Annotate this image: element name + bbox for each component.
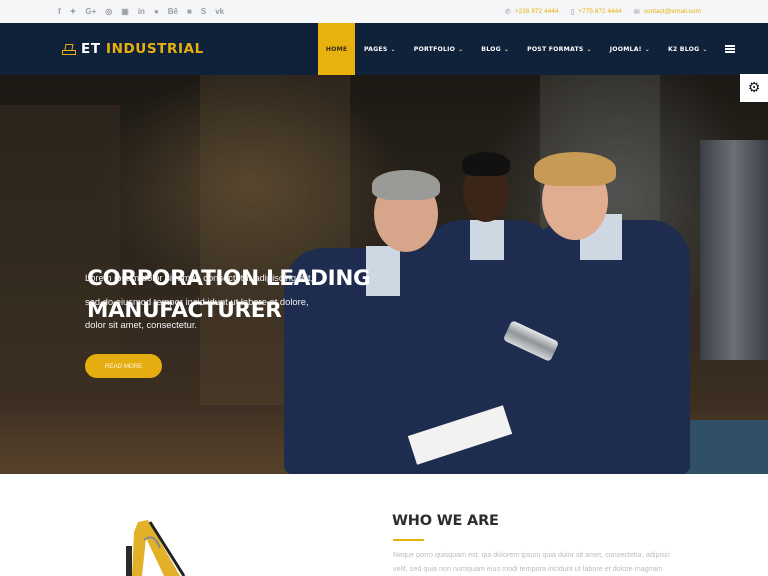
flickr-icon[interactable]: ■ [187, 7, 192, 16]
logo-text-et: ET [81, 41, 101, 57]
phone-number[interactable]: +228 872 4444 [515, 8, 559, 15]
chevron-down-icon: ⌄ [586, 45, 592, 53]
chevron-down-icon: ⌄ [644, 45, 650, 53]
logo-text: ET INDUSTRIAL [81, 41, 204, 57]
nav-item-pages[interactable]: PAGES ⌄ [355, 23, 405, 75]
facebook-icon[interactable]: f [58, 7, 61, 16]
nav-label: HOME [325, 45, 348, 53]
nav-label: POST FORMATS [527, 45, 584, 53]
about-description: Neque porro quisquam est, qui dolorem ip… [393, 548, 703, 576]
nav-item-joomla[interactable]: JOOMLA! ⌄ [601, 23, 659, 75]
youtube-icon[interactable]: ▣ [121, 7, 129, 16]
chevron-down-icon: ⌄ [390, 45, 396, 53]
vk-icon[interactable]: vk [215, 7, 224, 16]
social-links: f ✦ G+ ◎ ▣ in ● Bē ■ S vk [58, 0, 224, 23]
gear-icon: ⚙ [747, 80, 761, 96]
top-bar: f ✦ G+ ◎ ▣ in ● Bē ■ S vk ✆ +228 872 444… [0, 0, 768, 23]
pinterest-icon[interactable]: ◎ [105, 7, 112, 16]
main-header: ET INDUSTRIAL HOME PAGES ⌄ PORTFOLIO ⌄ BLO… [0, 23, 768, 75]
hair [372, 170, 440, 200]
dribbble-icon[interactable]: ● [154, 7, 159, 16]
milling-machine [700, 140, 768, 360]
hydraulic-cylinder [126, 546, 132, 576]
hero-description: Lorem ipsum dolor sit amet, consectetur … [85, 266, 335, 337]
title-underline [393, 539, 424, 541]
phone-icon: ✆ [505, 8, 511, 16]
nav-item-k2-blog[interactable]: K2 BLOG ⌄ [659, 23, 717, 75]
factory-icon [62, 43, 76, 55]
read-more-button[interactable]: READ MORE [85, 354, 162, 378]
mobile-icon: ▯ [570, 8, 575, 16]
nav-label: JOOMLA! [609, 45, 642, 53]
mobile-contact: ▯ +775 872 4444 [570, 8, 621, 16]
nav-label: PORTFOLIO [413, 45, 456, 53]
chevron-down-icon: ⌄ [503, 45, 510, 53]
hair [534, 152, 616, 186]
collar [366, 246, 400, 296]
phone-contact: ✆ +228 872 4444 [505, 8, 558, 16]
nav-label: BLOG [481, 45, 501, 53]
main-nav: HOME PAGES ⌄ PORTFOLIO ⌄ BLOG ⌄ POST FORMAT… [318, 23, 735, 75]
nav-item-portfolio[interactable]: PORTFOLIO ⌄ [405, 23, 473, 75]
hair [462, 152, 510, 176]
excavator-image [126, 520, 186, 576]
nav-label: PAGES [364, 45, 388, 53]
hero-desc-line: Lorem ipsum dolor sit amet, consectetur … [85, 272, 314, 283]
collar [470, 220, 504, 260]
email-link[interactable]: contact@email.com [644, 8, 701, 15]
logo-text-industrial: INDUSTRIAL [105, 41, 204, 57]
email-contact: ✉ contact@email.com [634, 8, 701, 16]
behance-icon[interactable]: Bē [168, 7, 178, 16]
contact-info: ✆ +228 872 4444 ▯ +775 872 4444 ✉ contac… [505, 0, 701, 23]
hamburger-icon[interactable] [724, 45, 735, 53]
nav-label: K2 BLOG [667, 45, 700, 53]
nav-item-post-formats[interactable]: POST FORMATS ⌄ [518, 23, 601, 75]
site-logo[interactable]: ET INDUSTRIAL [62, 23, 204, 75]
about-desc-line: velit, sed quia non numquam eius modi te… [393, 564, 663, 573]
envelope-icon: ✉ [633, 8, 640, 16]
hero-desc-line: dolor sit amet, consectetur. [85, 319, 198, 330]
google-plus-icon[interactable]: G+ [85, 7, 96, 16]
chevron-down-icon: ⌄ [458, 45, 464, 53]
twitter-icon[interactable]: ✦ [70, 7, 77, 16]
skype-icon[interactable]: S [201, 7, 206, 16]
about-desc-line: Neque porro quisquam est, qui dolorem ip… [393, 550, 670, 559]
about-title: WHO WE ARE [392, 513, 499, 529]
hero-desc-line: sed do eiusmod tempor incid idunt ut lab… [85, 295, 309, 307]
nav-item-blog[interactable]: BLOG ⌄ [472, 23, 518, 75]
mobile-number[interactable]: +775 872 4444 [578, 8, 622, 15]
excavator-arm [132, 520, 180, 576]
chevron-down-icon: ⌄ [702, 45, 708, 53]
settings-button[interactable]: ⚙ [740, 74, 768, 102]
nav-item-home[interactable]: HOME [318, 23, 355, 75]
linkedin-icon[interactable]: in [138, 7, 145, 16]
